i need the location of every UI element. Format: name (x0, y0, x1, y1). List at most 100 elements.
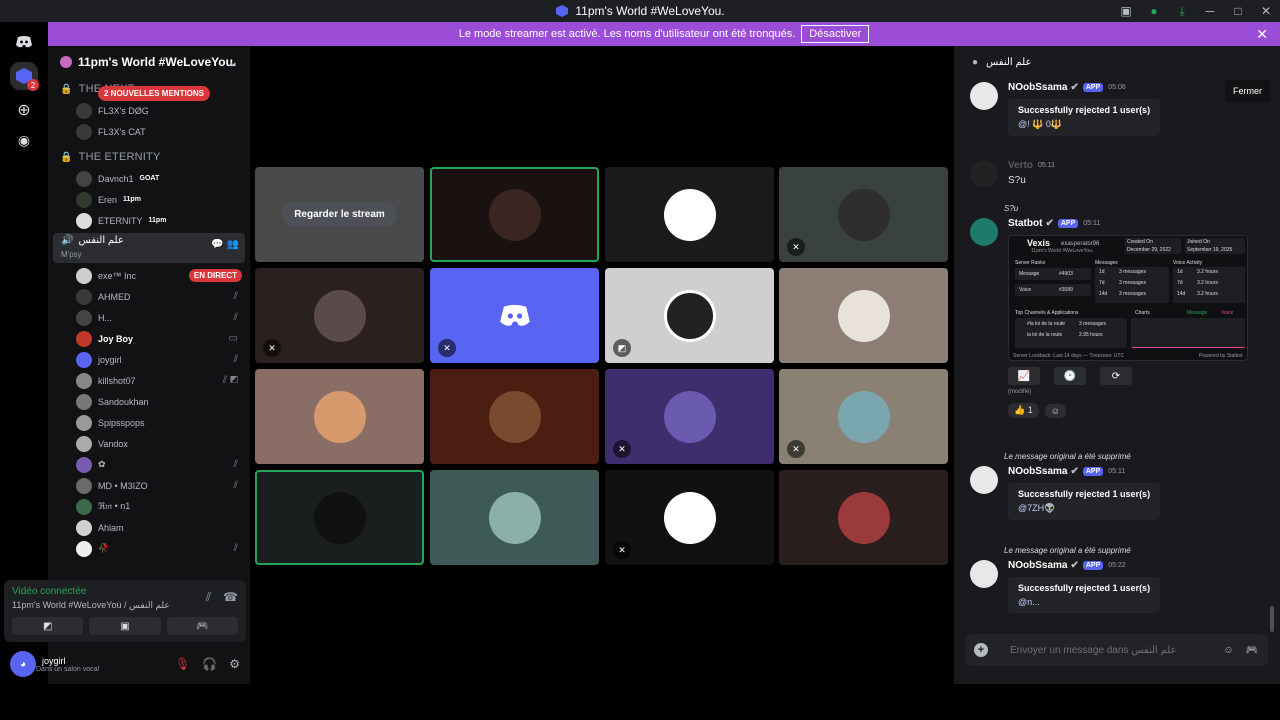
voice-user[interactable]: Eren 11pm (48, 189, 250, 210)
voice-user[interactable]: joygirl ⫽ (48, 349, 250, 370)
author-name[interactable]: Statbot (1008, 218, 1042, 229)
video-tile[interactable] (430, 470, 599, 565)
watch-stream-button[interactable]: Regarder le stream (282, 202, 397, 227)
voice-user[interactable]: FL3X's DØG (48, 100, 250, 121)
reaction-thumbs-up[interactable]: 👍 1 (1008, 403, 1039, 418)
chat-scrollbar[interactable] (1270, 606, 1274, 632)
maximize-button[interactable]: □ (1224, 4, 1252, 18)
voice-user[interactable]: 🥀 ⫽ (48, 538, 250, 559)
author-name[interactable]: NOobSsama (1008, 466, 1067, 477)
download-icon[interactable]: ⤓ (1168, 4, 1196, 19)
message-input[interactable]: + Envoyer un message dans علم النفس ☺ 🎮 (966, 634, 1268, 666)
author-name[interactable]: NOobSsama (1008, 560, 1067, 571)
minimize-button[interactable]: ─ (1196, 4, 1224, 18)
video-tile[interactable] (255, 470, 424, 565)
avatar[interactable] (970, 218, 998, 246)
chat-icon[interactable]: 💬 👥 (211, 239, 239, 250)
voice-user[interactable]: Sandoukhan (48, 391, 250, 412)
close-window-button[interactable]: ✕ (1252, 4, 1280, 18)
username: H... (98, 312, 113, 323)
add-reaction-icon[interactable]: ☺ (1044, 403, 1066, 418)
avatar (76, 191, 92, 208)
video-tile[interactable] (605, 167, 774, 262)
video-tile[interactable]: ◩ (605, 268, 774, 363)
mic-muted-icon: ✕ (613, 541, 631, 559)
voice-user[interactable]: killshot07 ⫽ ◩ (48, 370, 250, 391)
video-tile[interactable]: ✕ (430, 268, 599, 363)
username: Eren (98, 194, 118, 205)
chart-icon-button[interactable]: 📈 (1008, 367, 1040, 385)
avatar[interactable] (970, 560, 998, 588)
inbox-icon[interactable]: ▣ (1112, 4, 1140, 18)
voice-user[interactable]: Spipsspops (48, 412, 250, 433)
server-header[interactable]: 11pm's World #WeLoveYou. ⌄ (48, 46, 250, 78)
clock-icon-button[interactable]: 🕑 (1054, 367, 1086, 385)
author-name[interactable]: Verto (1008, 160, 1033, 171)
voice-user[interactable]: ℜ𝔪 • n1 (48, 496, 250, 517)
video-tile[interactable] (430, 167, 599, 262)
voice-user[interactable]: Vandox (48, 433, 250, 454)
voice-user[interactable]: Davnch1 GOAT (48, 168, 250, 189)
voice-user[interactable]: Joy Boy ▭ (48, 328, 250, 349)
settings-gear-icon[interactable]: ⚙ (229, 657, 240, 671)
add-server-icon[interactable]: ⊕ (10, 96, 38, 124)
voice-channel-active[interactable]: 🔊 علم النفس M'psy 💬 👥 (53, 233, 245, 263)
voice-user[interactable]: MD • M3IZO ⫽ (48, 475, 250, 496)
video-tile[interactable]: ✕ (255, 268, 424, 363)
video-tile[interactable] (430, 369, 599, 464)
video-tile[interactable]: ✕ (779, 167, 948, 262)
activity-button[interactable]: 🎮 (166, 617, 238, 635)
reply-preview[interactable]: S?u (1004, 204, 1018, 213)
screen-share-button[interactable]: ▣ (89, 617, 161, 635)
verified-icon: ✔ (1070, 82, 1079, 93)
verified-icon: ✔ (1070, 560, 1079, 571)
period: 1d (1099, 269, 1105, 275)
refresh-icon-button[interactable]: ⟳ (1100, 367, 1132, 385)
disconnect-icon[interactable]: ☎ (223, 590, 238, 605)
disable-streamer-button[interactable]: Désactiver (801, 25, 870, 43)
noise-suppression-icon[interactable]: ⫽ (206, 590, 211, 605)
video-tile[interactable] (255, 369, 424, 464)
video-tile[interactable] (779, 268, 948, 363)
help-icon[interactable]: ● (1140, 4, 1168, 18)
add-attachment-icon[interactable]: + (974, 643, 988, 657)
author-name[interactable]: NOobSsama (1008, 82, 1067, 93)
voice-user[interactable]: AHMED ⫽ (48, 286, 250, 307)
avatar (837, 289, 890, 342)
category-the-eternity[interactable]: 🔒 THE ETERNITY (48, 146, 250, 168)
camera-off-button[interactable]: ◩ (12, 617, 84, 635)
voice-title: Voice Activity (1173, 260, 1203, 266)
reply-preview[interactable]: Le message original a été supprimé (1004, 452, 1131, 461)
mentions-badge[interactable]: 2 NOUVELLES MENTIONS (98, 86, 211, 101)
voice-user[interactable]: ETERNITY 11pm (48, 210, 250, 231)
avatar (76, 102, 92, 119)
discord-home-icon[interactable] (10, 28, 38, 56)
video-tile[interactable] (779, 470, 948, 565)
avatar[interactable] (970, 82, 998, 110)
explore-icon[interactable]: ◉ (10, 126, 38, 154)
video-tile[interactable]: ✕ (605, 470, 774, 565)
close-banner-icon[interactable]: ✕ (1256, 26, 1268, 43)
voice-user[interactable]: exe™ Inc EN DIRECT (48, 265, 250, 286)
period: 7d (1177, 280, 1183, 286)
video-tile[interactable]: ✕ (605, 369, 774, 464)
server-badge: 2 (27, 79, 39, 91)
channel-label: علم النفس (78, 235, 124, 246)
message-input-placeholder: Envoyer un message dans علم النفس (1010, 644, 1177, 656)
statbot-card[interactable]: Vexis exasperator96 11pm's World #WeLove… (1008, 235, 1248, 361)
voice-user[interactable]: Ahlam (48, 517, 250, 538)
mic-muted-icon[interactable]: 🎙 (175, 657, 190, 671)
avatar[interactable] (970, 466, 998, 494)
voice-user[interactable]: H... ⫽ (48, 307, 250, 328)
top-title: Top Channels & Applications (1015, 310, 1079, 316)
stream-tile[interactable]: Regarder le stream (255, 167, 424, 262)
headphones-icon[interactable]: 🎧 (202, 657, 217, 671)
reply-preview[interactable]: Le message original a été supprimé (1004, 546, 1131, 555)
voice-user[interactable]: ✿ ⫽ (48, 454, 250, 475)
gift-icon[interactable]: 🎮 (1246, 645, 1258, 656)
user-avatar[interactable]: ◕ (10, 651, 36, 677)
emoji-icon[interactable]: ☺ (1223, 645, 1233, 656)
voice-user[interactable]: FL3X's CAT (48, 121, 250, 142)
video-tile[interactable]: ✕ (779, 369, 948, 464)
avatar[interactable] (970, 160, 998, 188)
